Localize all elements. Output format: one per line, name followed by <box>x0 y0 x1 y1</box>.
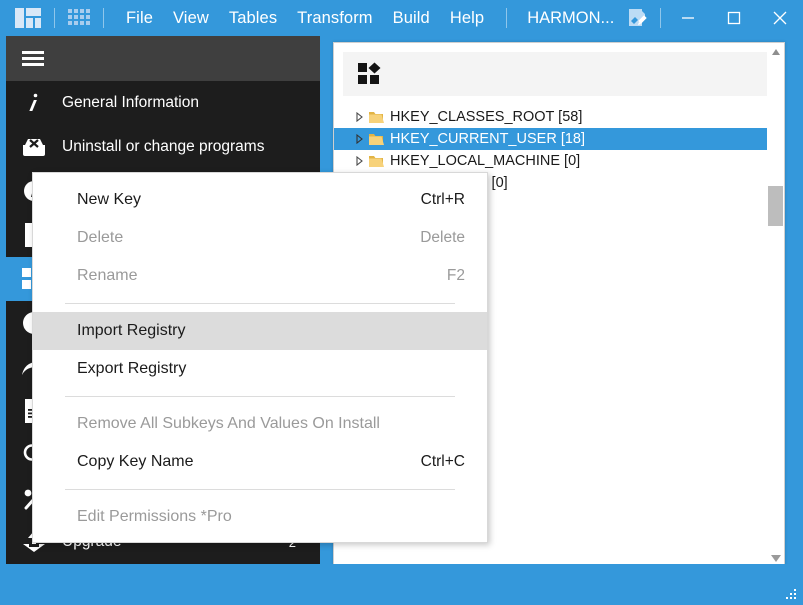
chevron-right-icon[interactable] <box>352 156 368 166</box>
context-menu-item-label: New Key <box>77 191 142 208</box>
titlebar-separator-4 <box>660 8 662 28</box>
sidebar-header <box>6 36 320 81</box>
context-menu-item-label: Rename <box>77 267 138 284</box>
titlebar-separator-1 <box>54 8 55 28</box>
menu-file[interactable]: File <box>116 7 163 30</box>
context-menu-item-edit-permissions[interactable]: Edit Permissions *Pro <box>33 498 487 536</box>
context-menu-item-rename[interactable]: Rename F2 <box>33 257 487 295</box>
application-window: File View Tables Transform Build Help HA… <box>0 0 803 605</box>
vertical-scrollbar-thumb[interactable] <box>768 186 783 226</box>
info-italic-icon <box>6 92 62 114</box>
hamburger-menu-icon[interactable] <box>22 50 48 68</box>
folder-icon <box>368 132 386 146</box>
tree-row-label: HKEY_LOCAL_MACHINE [0] <box>390 153 581 169</box>
menu-tables[interactable]: Tables <box>219 7 287 30</box>
context-menu-item-accelerator: Ctrl+R <box>420 191 465 208</box>
close-icon[interactable] <box>757 0 803 36</box>
context-menu-item-label: Import Registry <box>77 322 186 339</box>
titlebar-separator-3 <box>506 8 508 28</box>
tree-row[interactable]: HKEY_LOCAL_MACHINE [0] <box>334 150 784 172</box>
grid-apps-icon[interactable] <box>67 7 91 29</box>
chevron-right-icon[interactable] <box>352 112 368 122</box>
sidebar-item-general-information[interactable]: General Information <box>6 81 320 125</box>
maximize-icon[interactable] <box>711 0 757 36</box>
menu-transform[interactable]: Transform <box>287 7 382 30</box>
vertical-scrollbar[interactable] <box>767 43 784 565</box>
document-title: HARMON... <box>527 8 615 27</box>
title-bar: File View Tables Transform Build Help HA… <box>0 0 803 36</box>
context-menu-item-accelerator: Ctrl+C <box>420 453 465 470</box>
window-controls <box>665 0 803 36</box>
edit-document-icon[interactable] <box>626 7 648 29</box>
dashboard-logo-icon[interactable] <box>14 7 42 29</box>
context-menu-separator <box>65 489 455 490</box>
context-menu-item-label: Remove All Subkeys And Values On Install <box>77 415 380 432</box>
context-menu-item-accelerator: F2 <box>446 267 465 284</box>
folder-icon <box>368 110 386 124</box>
resize-grip-icon[interactable] <box>784 587 798 601</box>
context-menu-item-import-registry[interactable]: Import Registry <box>33 312 487 350</box>
scroll-up-arrow-icon[interactable] <box>767 43 784 60</box>
sidebar-item-label: Uninstall or change programs <box>62 138 265 155</box>
context-menu-separator <box>65 303 455 304</box>
context-menu-item-label: Delete <box>77 229 124 246</box>
sidebar-item-label: General Information <box>62 94 199 111</box>
content-header <box>343 52 775 96</box>
context-menu-item-label: Edit Permissions *Pro <box>77 508 232 525</box>
menu-help[interactable]: Help <box>440 7 494 30</box>
context-menu-item-remove-all-subkeys[interactable]: Remove All Subkeys And Values On Install <box>33 405 487 443</box>
titlebar-separator-2 <box>103 8 104 28</box>
uninstall-box-icon <box>6 136 62 158</box>
context-menu-item-delete[interactable]: Delete Delete <box>33 219 487 257</box>
context-menu-item-new-key[interactable]: New Key Ctrl+R <box>33 181 487 219</box>
tree-row[interactable]: HKEY_CLASSES_ROOT [58] <box>334 106 784 128</box>
registry-blocks-icon <box>357 62 383 86</box>
menu-view[interactable]: View <box>163 7 219 30</box>
status-bar <box>0 564 803 605</box>
tree-row[interactable]: HKEY_CURRENT_USER [18] <box>334 128 784 150</box>
context-menu-item-accelerator: Delete <box>420 229 465 246</box>
tree-row-label: HKEY_CURRENT_USER [18] <box>390 131 585 147</box>
context-menu-item-copy-key-name[interactable]: Copy Key Name Ctrl+C <box>33 443 487 481</box>
registry-context-menu[interactable]: New Key Ctrl+R Delete Delete Rename F2 I… <box>32 172 488 543</box>
folder-icon <box>368 154 386 168</box>
context-menu-separator <box>65 396 455 397</box>
minimize-icon[interactable] <box>665 0 711 36</box>
context-menu-item-export-registry[interactable]: Export Registry <box>33 350 487 388</box>
sidebar-item-uninstall-programs[interactable]: Uninstall or change programs <box>6 125 320 169</box>
chevron-right-icon[interactable] <box>352 134 368 144</box>
context-menu-item-label: Export Registry <box>77 360 187 377</box>
context-menu-item-label: Copy Key Name <box>77 453 194 470</box>
tree-row-label: HKEY_CLASSES_ROOT [58] <box>390 109 583 125</box>
menu-build[interactable]: Build <box>383 7 440 30</box>
